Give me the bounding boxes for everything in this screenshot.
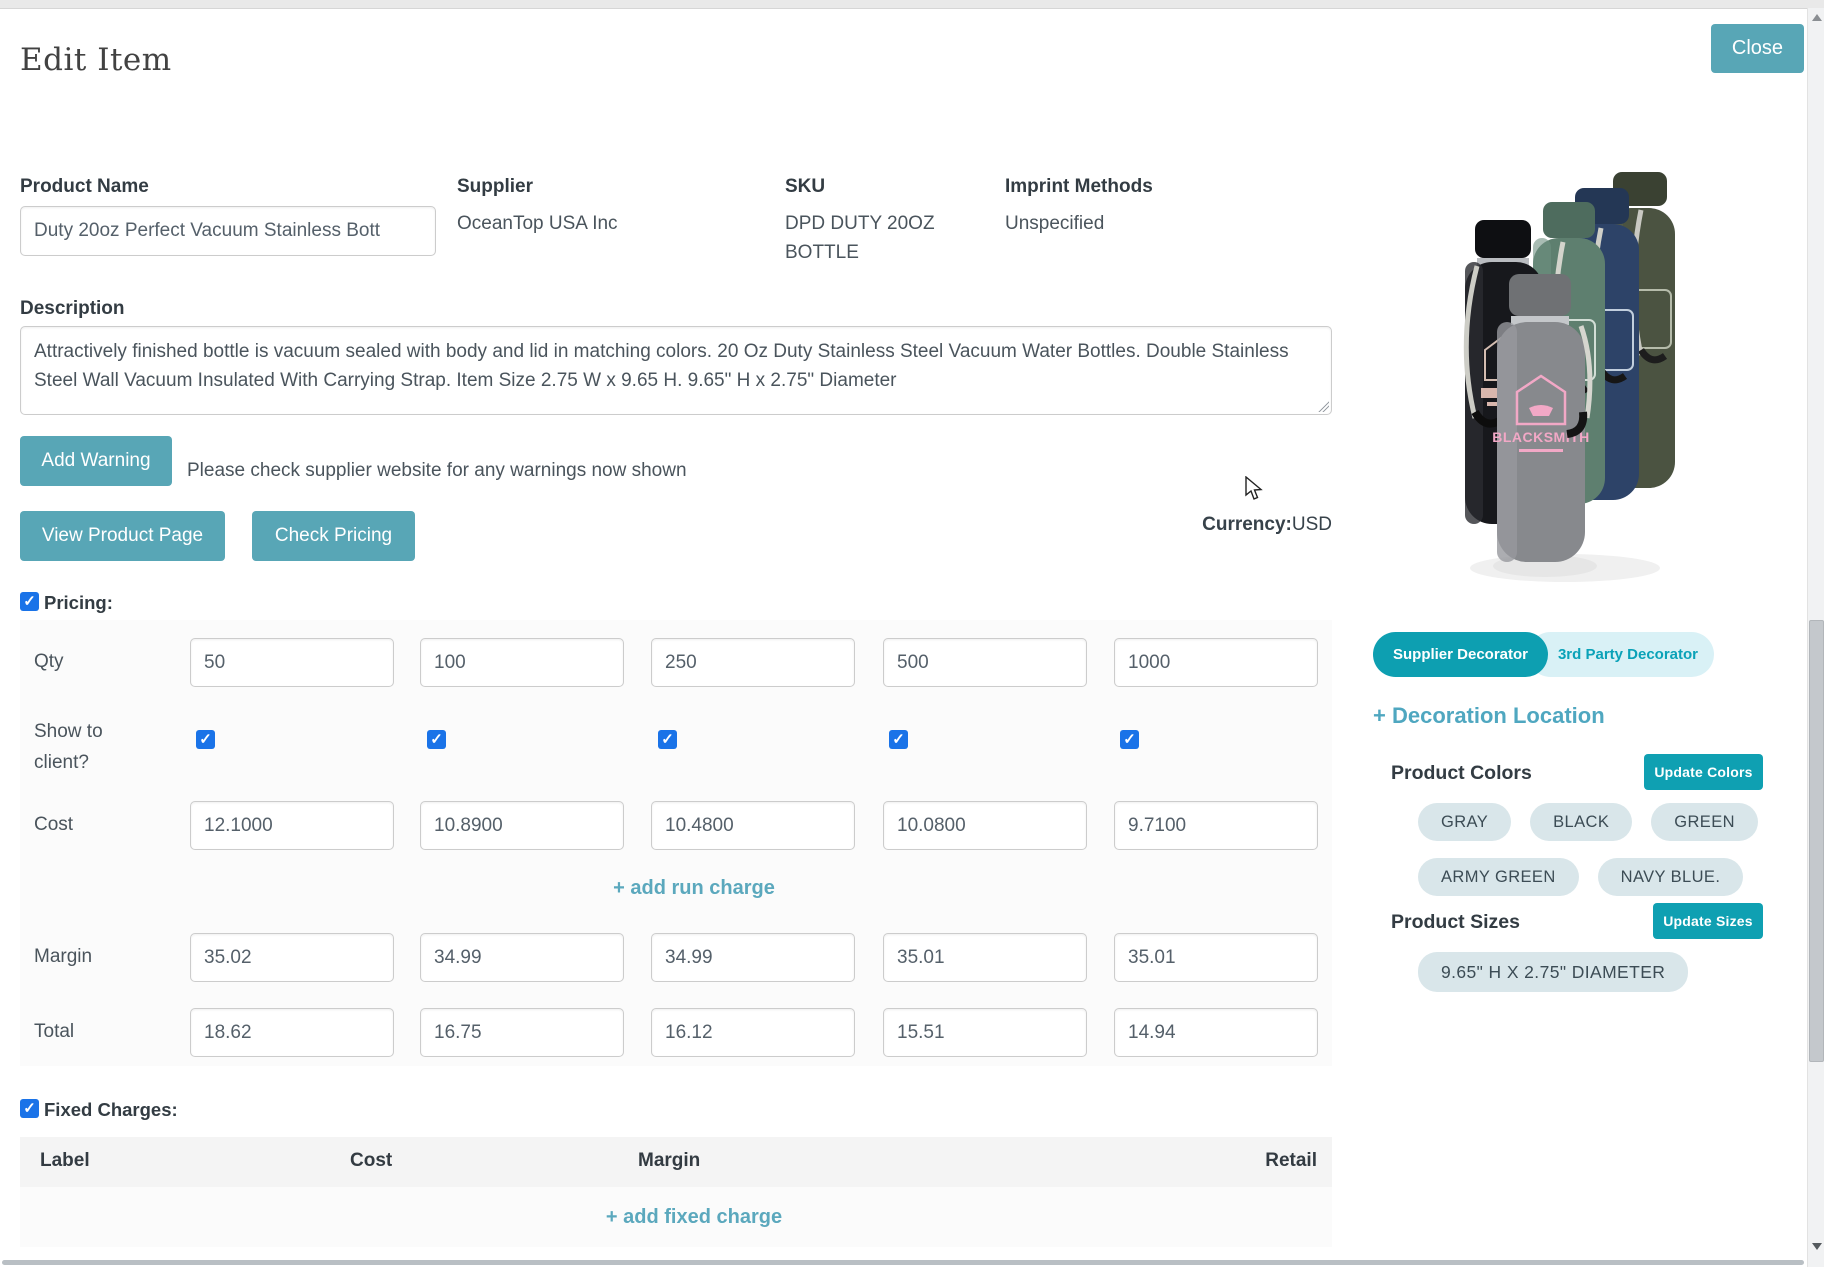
check-pricing-button[interactable]: Check Pricing: [252, 511, 415, 561]
vertical-scrollbar-thumb[interactable]: [1809, 620, 1824, 1062]
margin-input-col3[interactable]: [651, 933, 855, 982]
cost-input-col2[interactable]: [420, 801, 624, 850]
color-chip-gray[interactable]: GRAY: [1418, 803, 1511, 841]
fixed-charges-checkbox[interactable]: [20, 1099, 39, 1118]
fixed-charges-section-label: Fixed Charges:: [44, 1099, 178, 1121]
imprint-methods-value: Unspecified: [1005, 210, 1104, 239]
total-input-col2[interactable]: [420, 1008, 624, 1057]
scroll-up-icon[interactable]: [1812, 14, 1822, 21]
margin-input-col4[interactable]: [883, 933, 1087, 982]
show-to-client-checkbox-col5[interactable]: [1120, 730, 1139, 749]
total-input-col3[interactable]: [651, 1008, 855, 1057]
margin-input-col2[interactable]: [420, 933, 624, 982]
cost-row-label: Cost: [34, 814, 73, 836]
qty-input-col3[interactable]: [651, 638, 855, 687]
add-run-charge-link[interactable]: + add run charge: [544, 877, 844, 900]
edit-item-modal: { "theme": { "button_teal": "#58a6b6", "…: [0, 0, 1824, 1267]
decorator-tabs: Supplier Decorator 3rd Party Decorator: [1373, 632, 1714, 677]
total-input-col5[interactable]: [1114, 1008, 1318, 1057]
show-to-client-label: Show toclient?: [34, 716, 103, 778]
currency-value: USD: [1292, 514, 1332, 535]
fixed-charges-header-label: Label: [40, 1150, 90, 1172]
show-to-client-checkbox-col4[interactable]: [889, 730, 908, 749]
scroll-down-icon[interactable]: [1812, 1243, 1822, 1250]
product-colors-label: Product Colors: [1391, 762, 1532, 785]
qty-row-label: Qty: [34, 651, 64, 673]
margin-row-label: Margin: [34, 946, 92, 968]
decoration-location-link[interactable]: + Decoration Location: [1373, 703, 1605, 729]
description-textarea[interactable]: Attractively finished bottle is vacuum s…: [20, 326, 1332, 415]
add-warning-button[interactable]: Add Warning: [20, 436, 172, 486]
qty-input-col1[interactable]: [190, 638, 394, 687]
fixed-charges-header-retail: Retail: [1265, 1150, 1317, 1172]
imprint-methods-label: Imprint Methods: [1005, 176, 1153, 198]
mouse-cursor: [1244, 476, 1266, 502]
margin-input-col1[interactable]: [190, 933, 394, 982]
description-label: Description: [20, 298, 125, 320]
product-sizes-label: Product Sizes: [1391, 911, 1520, 934]
window-top-edge: [0, 0, 1824, 9]
total-row-label: Total: [34, 1021, 74, 1043]
show-to-client-checkbox-col3[interactable]: [658, 730, 677, 749]
cost-input-col5[interactable]: [1114, 801, 1318, 850]
color-chip-black[interactable]: BLACK: [1530, 803, 1632, 841]
close-button[interactable]: Close: [1711, 24, 1804, 73]
pricing-section-label: Pricing:: [44, 592, 113, 614]
color-chip-green[interactable]: GREEN: [1651, 803, 1758, 841]
color-chip-row-2: ARMY GREEN NAVY BLUE.: [1418, 858, 1743, 896]
fixed-charges-header-row: Label Cost Margin Retail: [20, 1137, 1332, 1187]
total-input-col1[interactable]: [190, 1008, 394, 1057]
horizontal-scrollbar-thumb[interactable]: [2, 1260, 1804, 1265]
sku-value: DPD DUTY 20OZ BOTTLE: [785, 210, 965, 267]
product-name-label: Product Name: [20, 176, 149, 198]
product-image: BLACKSMITH: [1445, 170, 1701, 586]
supplier-label: Supplier: [457, 176, 533, 198]
supplier-value: OceanTop USA Inc: [457, 210, 618, 239]
product-name-input[interactable]: [20, 206, 436, 256]
pricing-checkbox[interactable]: [20, 592, 39, 611]
size-chip[interactable]: 9.65" H X 2.75" DIAMETER: [1418, 952, 1688, 992]
qty-input-col4[interactable]: [883, 638, 1087, 687]
update-colors-button[interactable]: Update Colors: [1644, 754, 1763, 790]
page-title: Edit Item: [20, 42, 172, 78]
sku-label: SKU: [785, 176, 825, 198]
show-to-client-checkbox-col2[interactable]: [427, 730, 446, 749]
view-product-page-button[interactable]: View Product Page: [20, 511, 225, 561]
update-sizes-button[interactable]: Update Sizes: [1653, 903, 1763, 939]
margin-input-col5[interactable]: [1114, 933, 1318, 982]
currency-label: Currency:: [1202, 514, 1292, 535]
show-to-client-checkbox-col1[interactable]: [196, 730, 215, 749]
fixed-charges-header-margin: Margin: [638, 1150, 700, 1172]
color-chip-army-green[interactable]: ARMY GREEN: [1418, 858, 1579, 896]
cost-input-col4[interactable]: [883, 801, 1087, 850]
textarea-resize-handle[interactable]: [1317, 400, 1329, 412]
currency: Currency:USD: [1202, 514, 1332, 536]
tab-supplier-decorator[interactable]: Supplier Decorator: [1373, 632, 1548, 677]
total-input-col4[interactable]: [883, 1008, 1087, 1057]
cost-input-col1[interactable]: [190, 801, 394, 850]
qty-input-col5[interactable]: [1114, 638, 1318, 687]
qty-input-col2[interactable]: [420, 638, 624, 687]
color-chip-row-1: GRAY BLACK GREEN: [1418, 803, 1758, 841]
warning-note: Please check supplier website for any wa…: [187, 457, 687, 486]
fixed-charges-header-cost: Cost: [350, 1150, 392, 1172]
color-chip-navy-blue[interactable]: NAVY BLUE.: [1598, 858, 1744, 896]
tab-3rd-party-decorator[interactable]: 3rd Party Decorator: [1528, 632, 1714, 677]
cost-input-col3[interactable]: [651, 801, 855, 850]
add-fixed-charge-link[interactable]: + add fixed charge: [544, 1206, 844, 1229]
